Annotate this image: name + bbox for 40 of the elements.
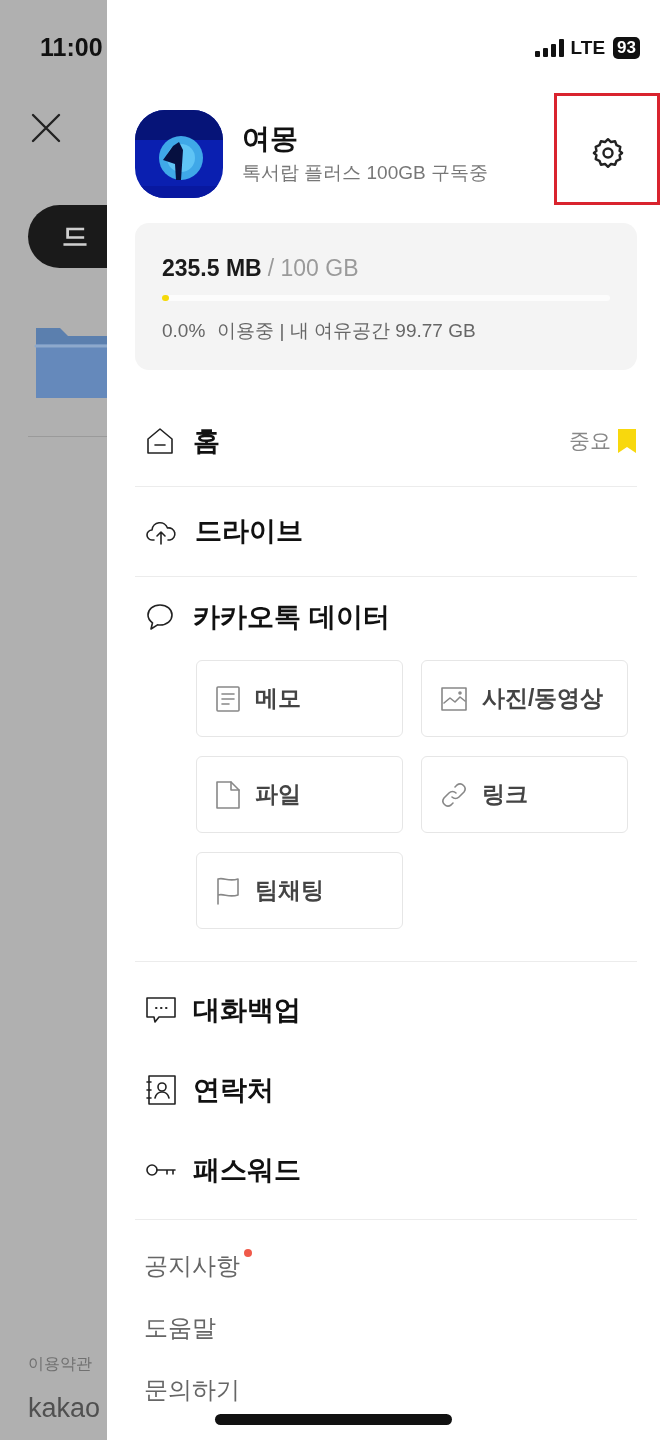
menu-item[interactable]: 드라이브 bbox=[135, 487, 637, 576]
profile-name: 여몽 bbox=[242, 122, 299, 156]
data-tile[interactable]: 파일 bbox=[196, 756, 403, 833]
speech-bubble-icon bbox=[145, 602, 175, 632]
image-icon bbox=[440, 685, 468, 712]
subscription-text: 톡서랍 플러스 100GB 구독중 bbox=[242, 161, 488, 185]
bookmark-icon bbox=[617, 428, 637, 454]
menu-item[interactable]: 카카오톡 데이터 bbox=[135, 577, 637, 657]
menu-item[interactable]: 홈 중요 bbox=[135, 396, 637, 486]
battery-level: 93 bbox=[613, 37, 640, 59]
network-label: LTE bbox=[570, 35, 606, 60]
data-tile[interactable]: 링크 bbox=[421, 756, 628, 833]
brand-name: kakao bbox=[28, 1392, 101, 1425]
menu-link[interactable]: 도움말 bbox=[144, 1310, 216, 1346]
memo-icon bbox=[215, 684, 241, 713]
document-icon bbox=[215, 779, 241, 810]
total-amount: / 100 GB bbox=[267, 254, 359, 283]
settings-icon bbox=[590, 135, 626, 171]
menu-link[interactable]: 공지사항 bbox=[144, 1248, 240, 1284]
menu-item[interactable]: 패스워드 bbox=[135, 1130, 637, 1210]
menu-link[interactable]: 문의하기 bbox=[144, 1372, 240, 1408]
flag-icon bbox=[215, 875, 241, 906]
data-tile[interactable]: 메모 bbox=[196, 660, 403, 737]
usage-text: 이용중 | 내 여유공간 99.77 GB bbox=[217, 319, 476, 343]
contact-book-icon bbox=[145, 1074, 177, 1106]
menu-item[interactable]: 연락처 bbox=[135, 1050, 637, 1130]
close-icon bbox=[31, 113, 61, 143]
data-tile[interactable]: 사진/동영상 bbox=[421, 660, 628, 737]
home-icon bbox=[145, 426, 175, 456]
usage-percent: 0.0% bbox=[162, 319, 206, 343]
signal-icon bbox=[534, 39, 565, 57]
chat-icon bbox=[145, 996, 177, 1024]
data-tile[interactable]: 팀채팅 bbox=[196, 852, 403, 929]
used-amount: 235.5 MB bbox=[162, 254, 262, 283]
important-label[interactable]: 중요 bbox=[569, 425, 611, 457]
drive-tab[interactable]: 드 bbox=[28, 205, 107, 268]
link-icon bbox=[440, 780, 468, 809]
menu-item[interactable]: 대화백업 bbox=[135, 970, 637, 1050]
status-time: 11:00 bbox=[40, 32, 103, 64]
key-icon bbox=[145, 1161, 177, 1179]
